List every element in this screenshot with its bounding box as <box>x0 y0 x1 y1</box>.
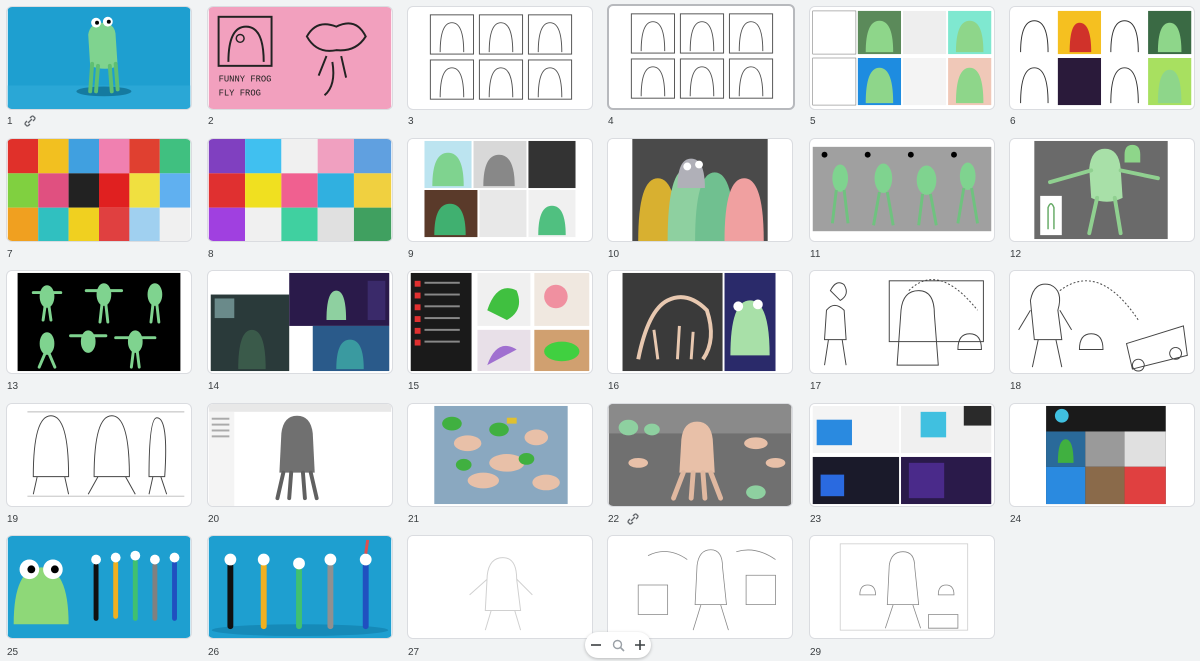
magnifier-icon <box>612 639 625 652</box>
zoom-in-button[interactable] <box>631 636 649 654</box>
slide-thumbnail-18[interactable] <box>1009 270 1195 374</box>
slide-thumbnail-10[interactable] <box>607 138 793 242</box>
slide-thumbnail-2[interactable]: FUNNY FROG FLY FROG <box>207 6 393 110</box>
slide-thumbnail-25[interactable] <box>6 535 192 639</box>
minus-icon <box>591 644 601 646</box>
slide-number: 13 <box>7 381 19 392</box>
link-icon <box>24 115 36 127</box>
slide-thumbnail-28[interactable] <box>607 535 793 639</box>
slide-number: 9 <box>408 249 414 260</box>
slide-number: 5 <box>810 116 816 127</box>
slide-number: 10 <box>608 249 620 260</box>
slide-thumbnail-11[interactable] <box>809 138 995 242</box>
slide-number: 29 <box>810 647 822 658</box>
slide-thumbnail-26[interactable] <box>207 535 393 639</box>
slide-number: 3 <box>408 116 414 127</box>
link-icon <box>627 513 639 525</box>
slide-number: 15 <box>408 381 420 392</box>
plus-icon <box>635 640 645 650</box>
slide-thumbnail-7[interactable] <box>6 138 192 242</box>
slide-number: 23 <box>810 514 822 525</box>
slide-thumbnail-4[interactable] <box>607 4 795 110</box>
slide-thumbnail-8[interactable] <box>207 138 393 242</box>
slide-number: 1 <box>7 116 13 127</box>
slide-thumbnail-13[interactable] <box>6 270 192 374</box>
zoom-controls <box>585 632 651 658</box>
slide-thumbnail-17[interactable] <box>809 270 995 374</box>
slide-number: 17 <box>810 381 822 392</box>
slide-number: 8 <box>208 249 214 260</box>
slide-number: 26 <box>208 647 220 658</box>
slide-thumbnail-23[interactable] <box>809 403 995 507</box>
slide-number: 22 <box>608 514 620 525</box>
slide-number: 24 <box>1010 514 1022 525</box>
slide-number: 2 <box>208 116 214 127</box>
slide-thumbnail-29[interactable] <box>809 535 995 639</box>
slide-number: 12 <box>1010 249 1022 260</box>
zoom-out-button[interactable] <box>587 636 605 654</box>
slide-number: 25 <box>7 647 19 658</box>
zoom-button[interactable] <box>609 636 627 654</box>
slide-thumbnail-14[interactable] <box>207 270 393 374</box>
slide-thumbnail-12[interactable] <box>1009 138 1195 242</box>
slide-thumbnail-22[interactable] <box>607 403 793 507</box>
slide-thumbnail-21[interactable] <box>407 403 593 507</box>
slide-thumbnail-3[interactable] <box>407 6 593 110</box>
slide-thumbnail-20[interactable] <box>207 403 393 507</box>
slide-grid: 1 FUNNY FROG FLY FROG 2 3 4 5 6 7 8 9 10… <box>0 0 1200 661</box>
slide-number: 21 <box>408 514 420 525</box>
slide-number: 27 <box>408 647 420 658</box>
slide-thumbnail-27[interactable] <box>407 535 593 639</box>
slide-thumbnail-15[interactable] <box>407 270 593 374</box>
slide-thumbnail-1[interactable] <box>6 6 192 110</box>
slide-number: 14 <box>208 381 220 392</box>
slide-thumbnail-6[interactable] <box>1009 6 1195 110</box>
slide-thumbnail-24[interactable] <box>1009 403 1195 507</box>
slide-number: 6 <box>1010 116 1016 127</box>
slide-number: 16 <box>608 381 620 392</box>
slide-number: 7 <box>7 249 13 260</box>
slide-thumbnail-5[interactable] <box>809 6 995 110</box>
slide-number: 20 <box>208 514 220 525</box>
slide-thumbnail-19[interactable] <box>6 403 192 507</box>
slide-number: 11 <box>810 249 821 260</box>
slide-number: 19 <box>7 514 19 525</box>
slide-thumbnail-16[interactable] <box>607 270 793 374</box>
slide-number: 18 <box>1010 381 1022 392</box>
slide-thumbnail-9[interactable] <box>407 138 593 242</box>
slide-number: 4 <box>608 116 614 127</box>
slide-2-text-line2: FLY FROG <box>219 88 261 98</box>
slide-2-text-line1: FUNNY FROG <box>219 75 272 85</box>
